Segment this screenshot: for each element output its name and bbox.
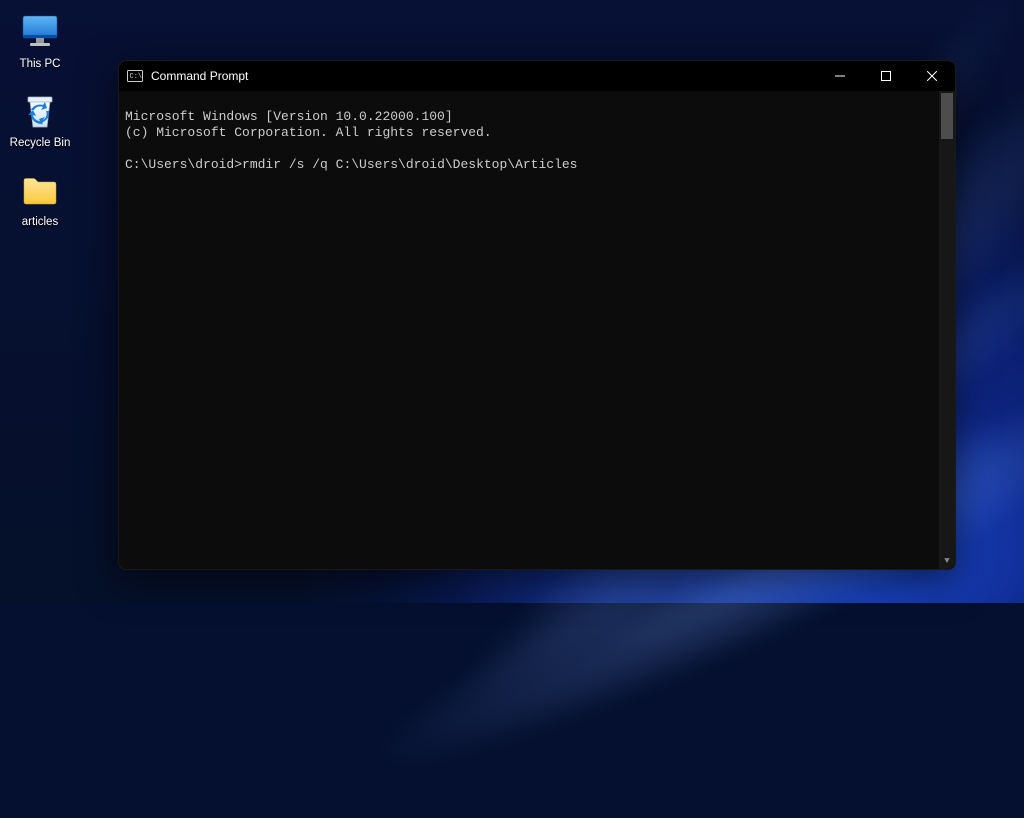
minimize-icon xyxy=(835,71,845,81)
desktop-icons: This PC Recycle Bin xyxy=(4,8,76,232)
close-icon xyxy=(927,71,937,81)
svg-text:C:\: C:\ xyxy=(130,73,143,81)
command-prompt-window: C:\ Command Prompt Microsoft Windows [Ve… xyxy=(118,60,956,570)
monitor-icon xyxy=(18,10,62,54)
close-button[interactable] xyxy=(909,61,955,91)
folder-icon xyxy=(18,168,62,212)
recycle-bin-icon xyxy=(18,89,62,133)
terminal-prompt: C:\Users\droid>rmdir /s /q C:\Users\droi… xyxy=(125,157,578,172)
maximize-button[interactable] xyxy=(863,61,909,91)
minimize-button[interactable] xyxy=(817,61,863,91)
titlebar[interactable]: C:\ Command Prompt xyxy=(119,61,955,91)
cmd-icon: C:\ xyxy=(127,68,143,84)
scroll-down-icon[interactable]: ▼ xyxy=(939,553,955,569)
desktop-icon-this-pc[interactable]: This PC xyxy=(4,8,76,73)
window-title: Command Prompt xyxy=(151,69,248,83)
desktop-icon-label: This PC xyxy=(20,58,61,71)
terminal-line: (c) Microsoft Corporation. All rights re… xyxy=(125,125,492,140)
maximize-icon xyxy=(881,71,891,81)
terminal-body[interactable]: Microsoft Windows [Version 10.0.22000.10… xyxy=(119,91,955,569)
desktop-icon-recycle-bin[interactable]: Recycle Bin xyxy=(4,87,76,152)
desktop-icon-label: articles xyxy=(22,216,58,229)
desktop-icon-articles[interactable]: articles xyxy=(4,166,76,231)
terminal-line: Microsoft Windows [Version 10.0.22000.10… xyxy=(125,109,453,124)
terminal-command: rmdir /s /q C:\Users\droid\Desktop\Artic… xyxy=(242,157,577,172)
scrollbar-thumb[interactable] xyxy=(941,93,953,139)
scrollbar[interactable]: ▲ ▼ xyxy=(939,91,955,569)
desktop-icon-label: Recycle Bin xyxy=(10,137,71,150)
